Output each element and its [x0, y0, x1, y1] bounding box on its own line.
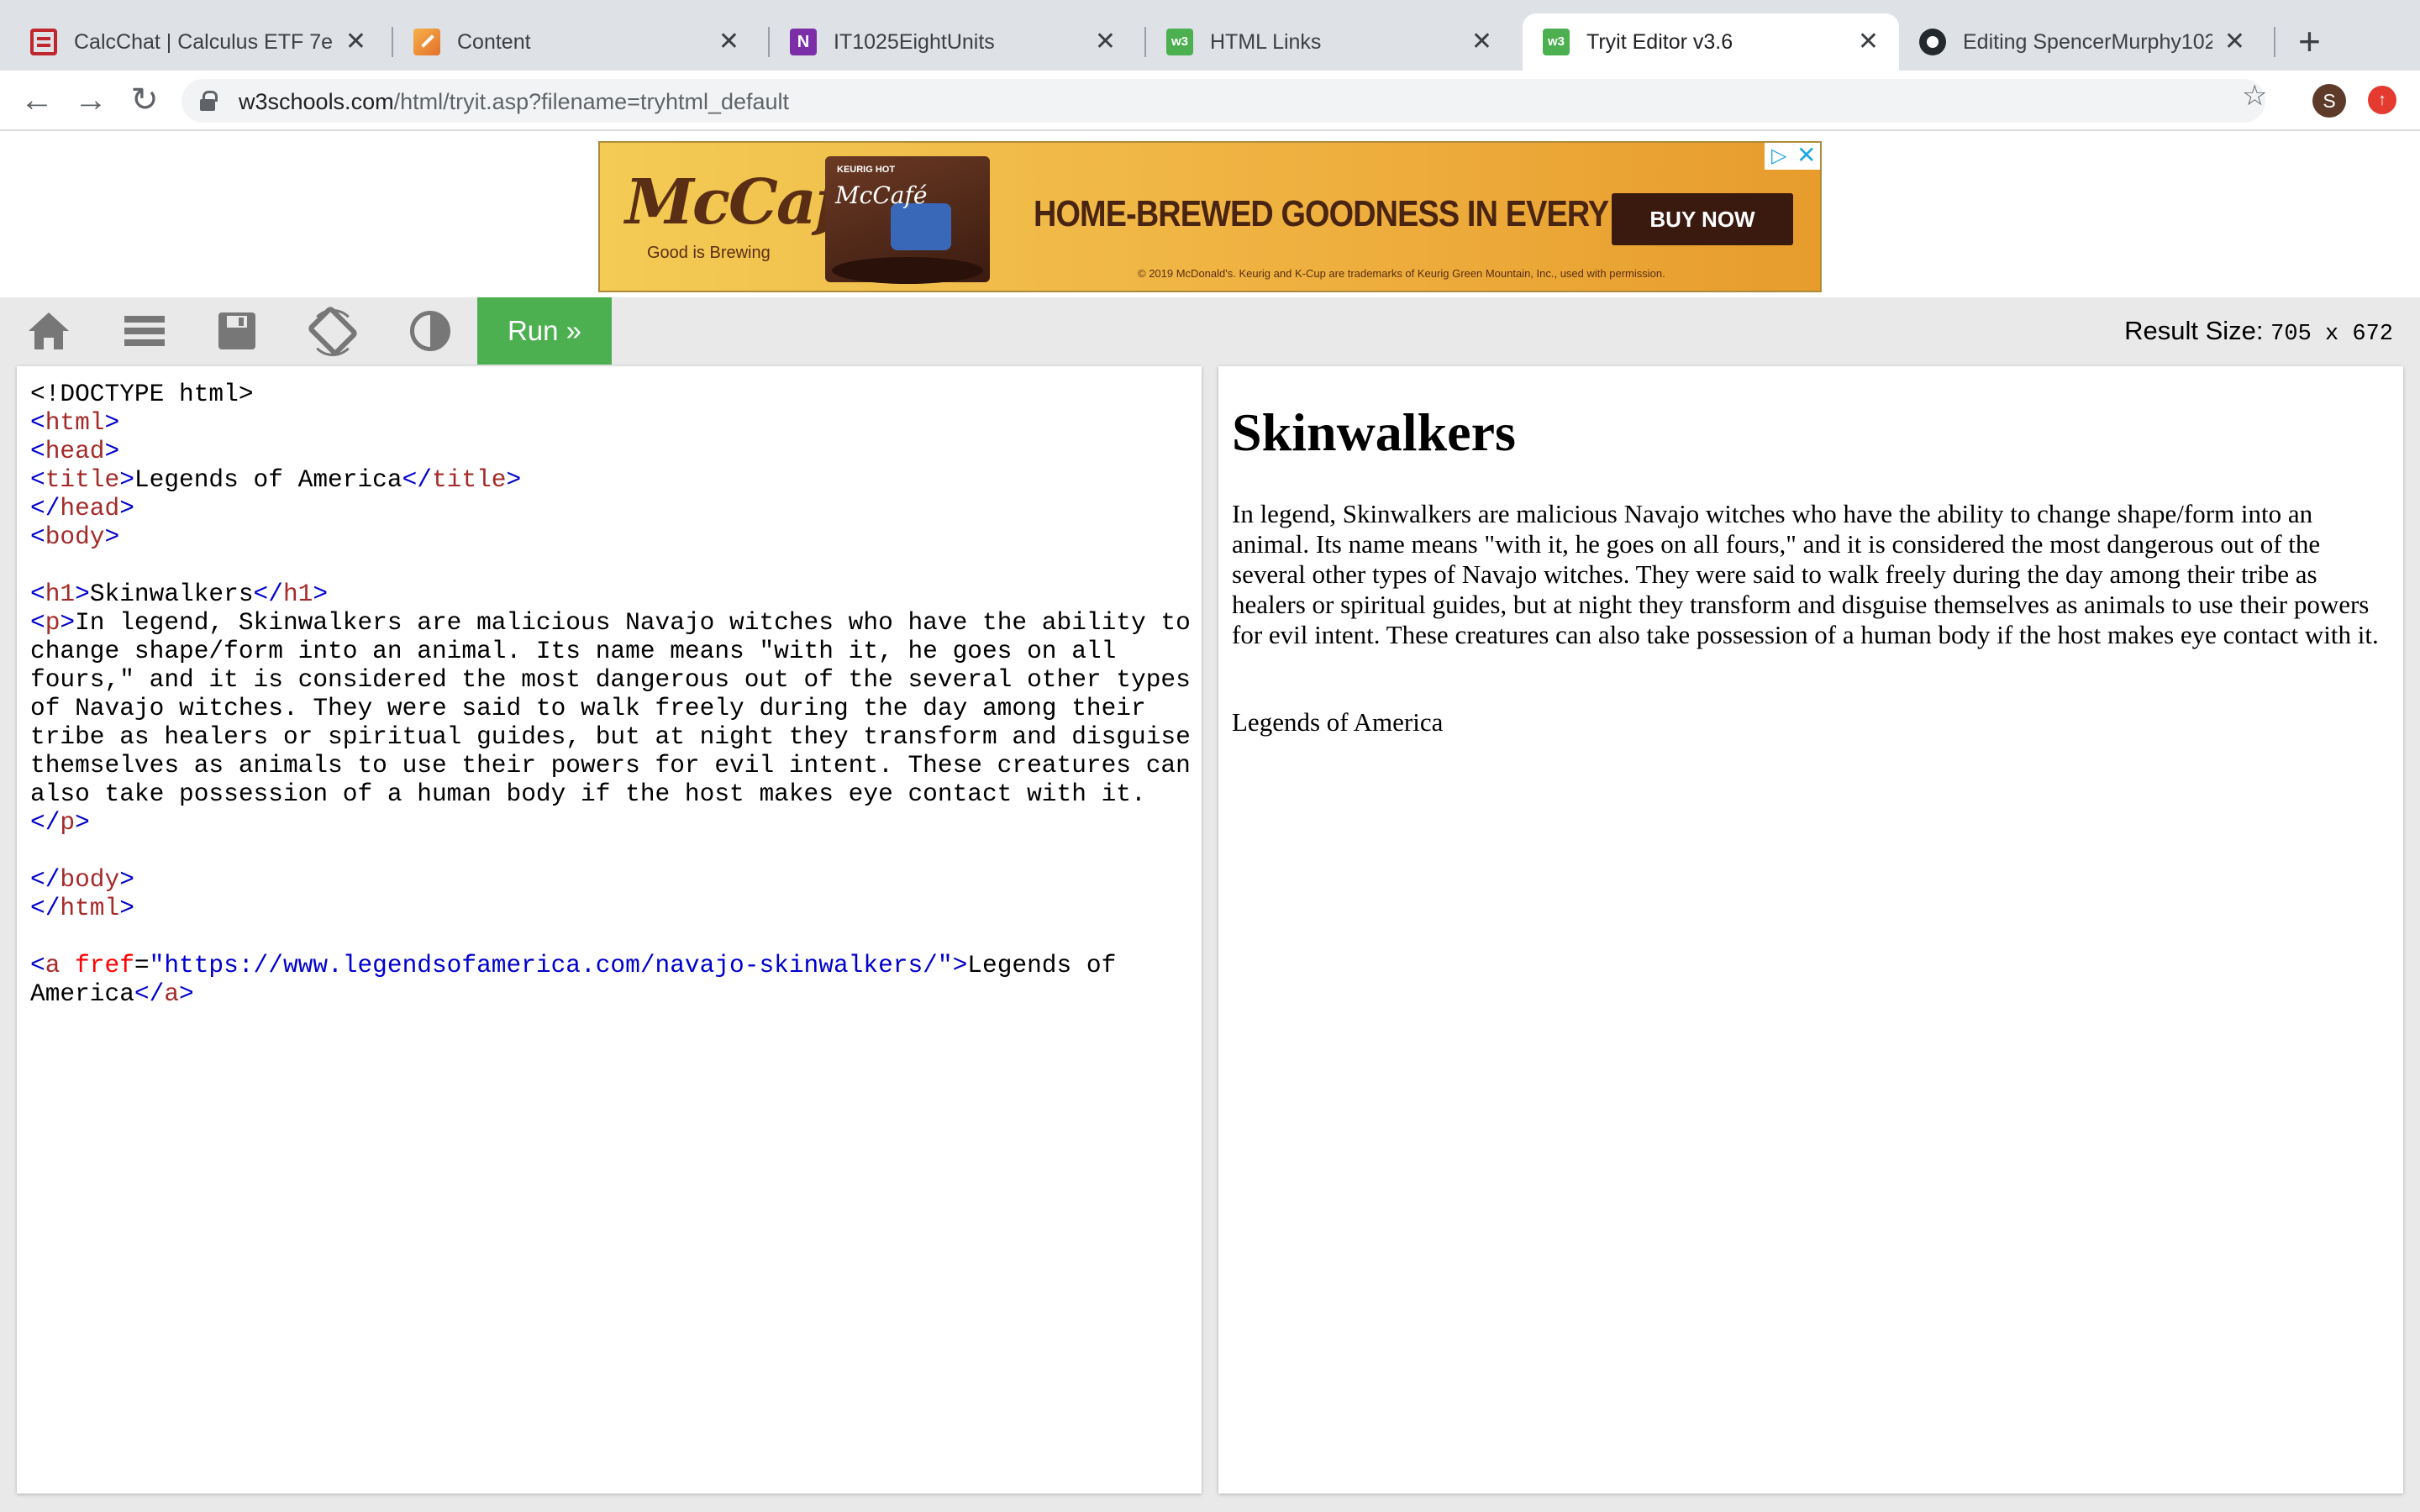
close-icon[interactable]: ✕	[1471, 29, 1492, 55]
code-editor[interactable]: <!DOCTYPE html> <html> <head> <title>Leg…	[17, 366, 1202, 1494]
update-icon[interactable]: ↑	[2368, 86, 2396, 114]
result-size: Result Size: 705 x 672	[2124, 316, 2393, 347]
save-icon[interactable]	[213, 309, 260, 353]
result-paragraph: In legend, Skinwalkers are malicious Nav…	[1232, 499, 2379, 649]
close-ad-icon[interactable]: ✕	[1797, 144, 1816, 167]
calcchat-icon	[30, 29, 57, 55]
tab-github-editing[interactable]: Editing SpencerMurphy1025 ✕	[1899, 13, 2265, 71]
content-icon	[413, 29, 440, 55]
tab-title: Tryit Editor v3.6	[1586, 29, 1733, 54]
forward-arrow-icon[interactable]: →	[71, 81, 111, 121]
ad-choices[interactable]: ▷ ✕	[1765, 143, 1820, 170]
reload-icon[interactable]: ↻	[124, 81, 165, 121]
result-size-label: Result Size:	[2124, 316, 2264, 345]
menu-icon[interactable]	[121, 309, 168, 353]
tab-title: HTML Links	[1210, 29, 1322, 54]
code-a-href: "https://www.legendsofamerica.com/navajo…	[149, 951, 953, 979]
w3schools-icon: w3	[1543, 29, 1570, 55]
ad-box-logo: McCafé	[835, 181, 928, 209]
ad-product-image: KEURIG HOT McCafé	[825, 156, 990, 284]
tab-title: CalcChat | Calculus ETF 7e |	[74, 29, 334, 54]
ad-area: McCafé Good is Brewing KEURIG HOT McCafé…	[0, 133, 2420, 297]
tab-title: Content	[457, 29, 531, 54]
tab-title: Editing SpencerMurphy1025	[1963, 29, 2212, 54]
tab-html-links[interactable]: w3 HTML Links ✕	[1146, 13, 1512, 71]
ad-fine-print: © 2019 McDonald's. Keurig and K-Cup are …	[1138, 267, 1665, 280]
close-icon[interactable]: ✕	[1095, 29, 1116, 55]
onenote-icon: N	[790, 29, 817, 55]
ad-banner[interactable]: McCafé Good is Brewing KEURIG HOT McCafé…	[598, 141, 1822, 292]
back-arrow-icon[interactable]: ←	[17, 81, 57, 121]
contrast-icon[interactable]	[407, 309, 454, 353]
close-icon[interactable]: ✕	[718, 29, 739, 55]
close-icon[interactable]: ✕	[2224, 29, 2245, 55]
browser-tab-strip: CalcChat | Calculus ETF 7e | ✕ Content ✕…	[0, 0, 2420, 71]
url-text[interactable]: w3schools.com/html/tryit.asp?filename=tr…	[239, 89, 789, 115]
code-h1-text: Skinwalkers	[89, 580, 254, 608]
tab-calcchat[interactable]: CalcChat | Calculus ETF 7e | ✕	[10, 13, 387, 71]
home-icon[interactable]	[25, 309, 72, 353]
close-icon[interactable]: ✕	[1858, 29, 1879, 55]
url-path: /html/tryit.asp?filename=tryhtml_default	[393, 89, 790, 114]
url-domain: w3schools.com	[239, 89, 394, 114]
address-bar[interactable]: w3schools.com/html/tryit.asp?filename=tr…	[182, 79, 2265, 123]
pane-divider-handle[interactable]	[1205, 366, 1217, 1494]
result-pane: Skinwalkers In legend, Skinwalkers are m…	[1218, 366, 2403, 1494]
ad-buy-now-button[interactable]: BUY NOW	[1612, 193, 1793, 245]
rotate-icon[interactable]	[306, 304, 360, 358]
browser-toolbar: ← → ↻ w3schools.com/html/tryit.asp?filen…	[0, 71, 2420, 131]
tab-tryit-editor[interactable]: w3 Tryit Editor v3.6 ✕	[1523, 13, 1899, 71]
code-text[interactable]: <!DOCTYPE html> <html> <head> <title>Leg…	[30, 380, 1197, 1008]
code-title-text: Legends of America	[134, 465, 402, 494]
new-tab-button[interactable]: +	[2298, 22, 2321, 60]
lock-icon	[200, 91, 218, 111]
result-size-value: 705 x 672	[2270, 322, 2393, 347]
github-icon	[1919, 29, 1946, 55]
avatar[interactable]: S	[2312, 84, 2346, 118]
code-doctype: <!DOCTYPE html>	[30, 380, 254, 408]
tab-separator	[2274, 27, 2275, 57]
adchoices-icon[interactable]: ▷	[1771, 145, 1786, 167]
ad-headline: HOME-BREWED GOODNESS IN EVERY MUG	[1034, 193, 1689, 234]
tryit-toolbar: Run » Result Size: 705 x 672	[0, 297, 2420, 365]
close-icon[interactable]: ✕	[345, 29, 366, 55]
ad-box-brand: KEURIG HOT	[837, 165, 896, 175]
workspace: <!DOCTYPE html> <html> <head> <title>Leg…	[0, 365, 2420, 1512]
tab-content[interactable]: Content ✕	[393, 13, 760, 71]
ad-tagline: Good is Brewing	[647, 244, 771, 262]
w3schools-icon: w3	[1166, 29, 1193, 55]
result-heading: Skinwalkers	[1232, 402, 1516, 462]
tab-title: IT1025EightUnits	[834, 29, 995, 54]
tab-onenote[interactable]: N IT1025EightUnits ✕	[770, 13, 1136, 71]
code-p-text: In legend, Skinwalkers are malicious Nav…	[30, 608, 1191, 808]
bookmark-star-icon[interactable]: ☆	[2242, 79, 2267, 113]
run-button[interactable]: Run »	[477, 297, 612, 365]
code-a-attr: fref	[75, 951, 134, 979]
result-link-text: Legends of America	[1232, 707, 1444, 737]
